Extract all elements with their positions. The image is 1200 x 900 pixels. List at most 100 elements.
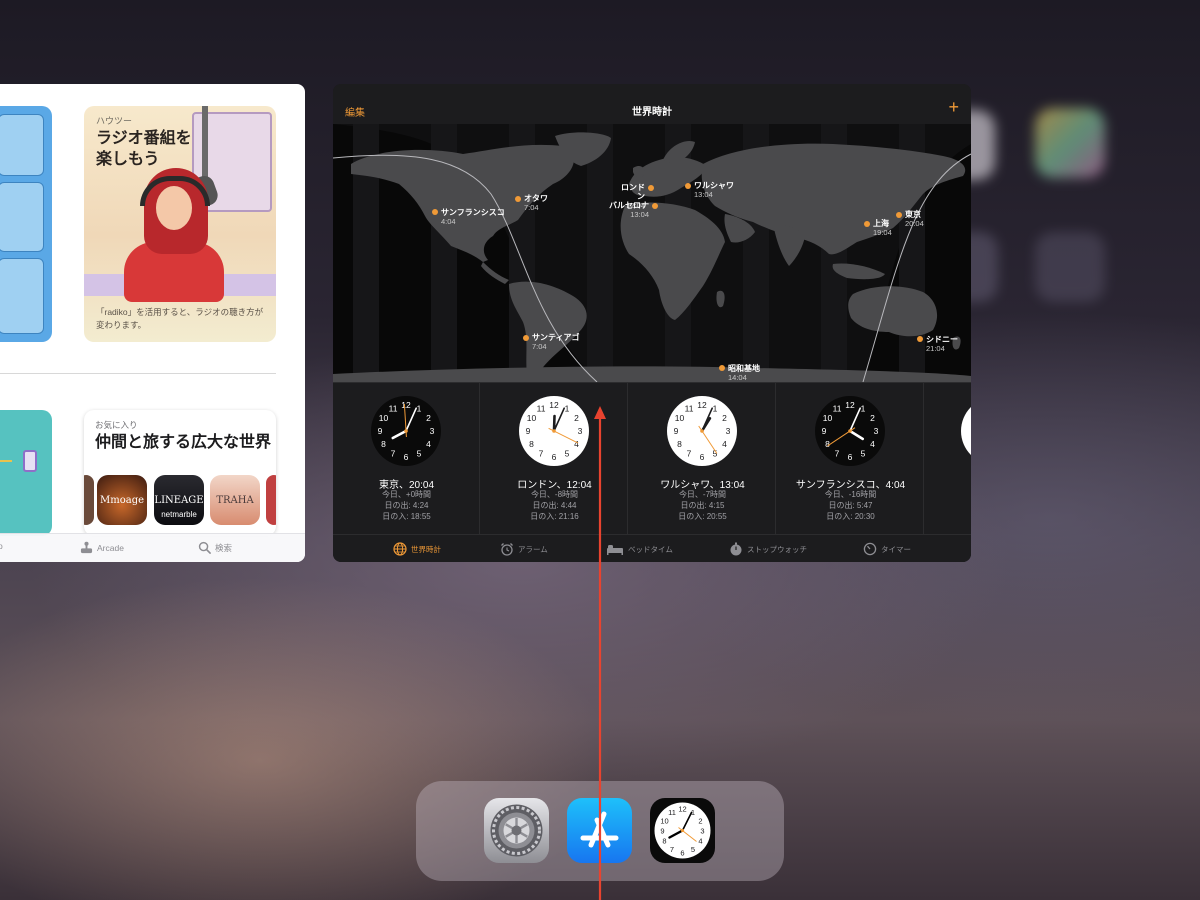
tab-label: p <box>0 541 3 551</box>
tab-alarm[interactable]: アラーム <box>500 542 548 556</box>
map-city-san-francisco: サンフランシスコ 4:04 <box>441 208 505 226</box>
background-photos-icon <box>1035 108 1105 178</box>
clock-list: 1 2 3 4 5 6 7 8 9 10 11 12 東京、20:04 今日、+0時間 日の出: 4:… <box>333 382 971 535</box>
favorites-title: 仲間と旅する広大な世界 <box>95 434 272 451</box>
mmorpg-icon[interactable]: Mmoage <box>97 475 147 525</box>
clock-sunset: 日の入: 18:55 <box>382 512 431 521</box>
feature-subtitle: 「radiko」を活用すると、ラジオの聴き方が変わります。 <box>96 307 264 330</box>
clock-sunset: 日の入: 20:55 <box>678 512 727 521</box>
tab-arcade[interactable]: Arcade <box>80 541 124 554</box>
calculator-icon <box>23 450 37 472</box>
clock-cell[interactable]: 1 2 3 4 5 6 7 8 9 10 11 12 サンフランシスコ、4:04 今日、-16時間 日… <box>777 383 924 535</box>
svg-text:6: 6 <box>680 849 684 858</box>
tab-bedtime[interactable]: ベッドタイム <box>606 542 673 556</box>
clock-offset: 今日、-16時間 <box>824 490 877 499</box>
map-city-warsaw: ワルシャワ 13:04 <box>694 181 734 199</box>
clock-numeral: 3 <box>726 426 731 436</box>
clock-numeral: 1 <box>861 404 866 414</box>
clock-numeral: 2 <box>426 413 431 423</box>
analog-clock-icon: 1234567891011 12 <box>519 396 589 466</box>
clock-numeral: 7 <box>539 449 544 459</box>
feature-card-radio[interactable]: ハウツー ラジオ番組を楽しもう 「radiko」を活用すると、ラジオの聴き方が変… <box>84 106 276 342</box>
clock-tabbar: 世界時計 アラーム ベッドタイム ストップウォッチ タイマー <box>333 534 971 562</box>
tab-label: ベッドタイム <box>628 544 673 554</box>
world-map: サンフランシスコ 4:04 オタワ 7:04 ロンドン 12:04 バルセロナ … <box>333 124 971 382</box>
favorites-card[interactable]: お気に入り 仲間と旅する広大な世界 Mmoage LINEAGE netmarb… <box>84 410 276 536</box>
clock-sunset: 日の入: 21:16 <box>530 512 579 521</box>
world-map-graphic <box>333 124 971 382</box>
feature-eyebrow: ハウツー <box>96 116 133 126</box>
city-name: サンフランシスコ <box>441 208 505 217</box>
clock-numeral: 11 <box>389 404 398 414</box>
game-icon-partial-right[interactable] <box>266 475 276 525</box>
city-time: 14:04 <box>728 373 747 382</box>
partial-teal-tile[interactable] <box>0 410 52 536</box>
clock-numeral: 3 <box>430 426 435 436</box>
partial-comic-tile[interactable] <box>0 106 52 342</box>
clock-numeral: 11 <box>833 404 842 414</box>
tab-search[interactable]: 検索 <box>198 541 232 554</box>
game-icon-partial[interactable] <box>84 475 94 525</box>
section-divider <box>0 373 276 374</box>
clock-app-switcher-card[interactable]: 編集 世界時計 + サンフランシスコ 4:04 オタワ 7:04 ロンドン 12… <box>333 84 971 562</box>
clock-numeral: 8 <box>677 439 682 449</box>
city-name: 東京 <box>905 210 921 219</box>
clock-numeral: 10 <box>675 413 685 423</box>
bed-icon <box>607 545 623 555</box>
clock-numeral: 6 <box>404 452 409 462</box>
clock-numeral: 2 <box>574 413 579 423</box>
clock-numeral: 8 <box>381 439 386 449</box>
clock-center <box>700 429 704 433</box>
clock-numeral: 7 <box>687 449 692 459</box>
clock-cell[interactable]: 1 2 3 4 5 6 7 8 9 10 11 12 ロンドン、12:04 今日、-8時間 日の出: … <box>481 383 628 535</box>
svg-text:3: 3 <box>700 827 704 836</box>
tab-label: アラーム <box>518 544 548 554</box>
map-city-sydney: シドニー 21:04 <box>926 335 958 353</box>
favorites-eyebrow: お気に入り <box>95 420 138 430</box>
tab-timer[interactable]: タイマー <box>863 542 911 556</box>
city-time: 20:04 <box>905 219 924 228</box>
clock-numeral: 1 <box>713 404 718 414</box>
clock-center <box>848 429 852 433</box>
city-marker-dot <box>648 185 654 191</box>
app-store-switcher-card[interactable]: ハウツー ラジオ番組を楽しもう 「radiko」を活用すると、ラジオの聴き方が変… <box>0 84 305 562</box>
clock-icon[interactable]: 12 3 6 9 124 578 10 11 <box>650 798 715 863</box>
city-time: 13:04 <box>694 190 713 199</box>
tab-stopwatch[interactable]: ストップウォッチ <box>729 542 807 556</box>
svg-text:9: 9 <box>660 827 664 836</box>
city-marker-dot <box>719 365 725 371</box>
clock-numeral: 11 <box>537 404 546 414</box>
traha-icon[interactable]: TRAHA <box>210 475 260 525</box>
svg-text:7: 7 <box>670 845 674 854</box>
clock-numeral: 12 <box>549 400 559 410</box>
svg-text:8: 8 <box>662 837 666 846</box>
map-city-santiago: サンティアゴ 7:04 <box>532 333 580 351</box>
clock-numeral: 4 <box>574 439 579 449</box>
clock-numeral: 12 <box>845 400 855 410</box>
tab-world-clock[interactable]: 世界時計 <box>393 542 441 556</box>
city-name: 上海 <box>873 219 889 228</box>
search-icon <box>198 541 211 554</box>
lineage-revolution-icon[interactable]: LINEAGE netmarble <box>154 475 204 525</box>
city-name: ロンドン <box>621 183 645 201</box>
clock-cell[interactable]: 1 2 3 4 5 6 7 8 9 10 11 12 東京、20:04 今日、+0時間 日の出: 4:… <box>333 383 480 535</box>
clock-numeral: 7 <box>391 449 396 459</box>
clock-cell[interactable]: 1 2 3 4 5 6 7 8 9 10 11 12 ワルシャワ、13:04 今日、-7時間 日の出:… <box>629 383 776 535</box>
tab-apps[interactable]: p <box>0 541 3 551</box>
tab-label: ストップウォッチ <box>747 544 807 554</box>
clock-numeral: 8 <box>825 439 830 449</box>
background-app-icon <box>1035 232 1105 302</box>
game-icon-label: Mmoage <box>99 494 145 506</box>
clock-numeral: 4 <box>722 439 727 449</box>
add-city-button[interactable]: + <box>948 98 959 116</box>
city-name: シドニー <box>926 335 958 344</box>
map-city-tokyo: 東京 20:04 <box>905 210 924 228</box>
clock-numeral: 9 <box>674 426 679 436</box>
map-city-ottawa: オタワ 7:04 <box>524 194 548 212</box>
app-store-icon[interactable] <box>567 798 632 863</box>
tab-label: タイマー <box>881 544 911 554</box>
settings-icon[interactable] <box>484 798 549 863</box>
clock-numeral: 3 <box>874 426 879 436</box>
clock-numeral: 7 <box>835 449 840 459</box>
clock-cell-partial[interactable] <box>925 383 971 535</box>
